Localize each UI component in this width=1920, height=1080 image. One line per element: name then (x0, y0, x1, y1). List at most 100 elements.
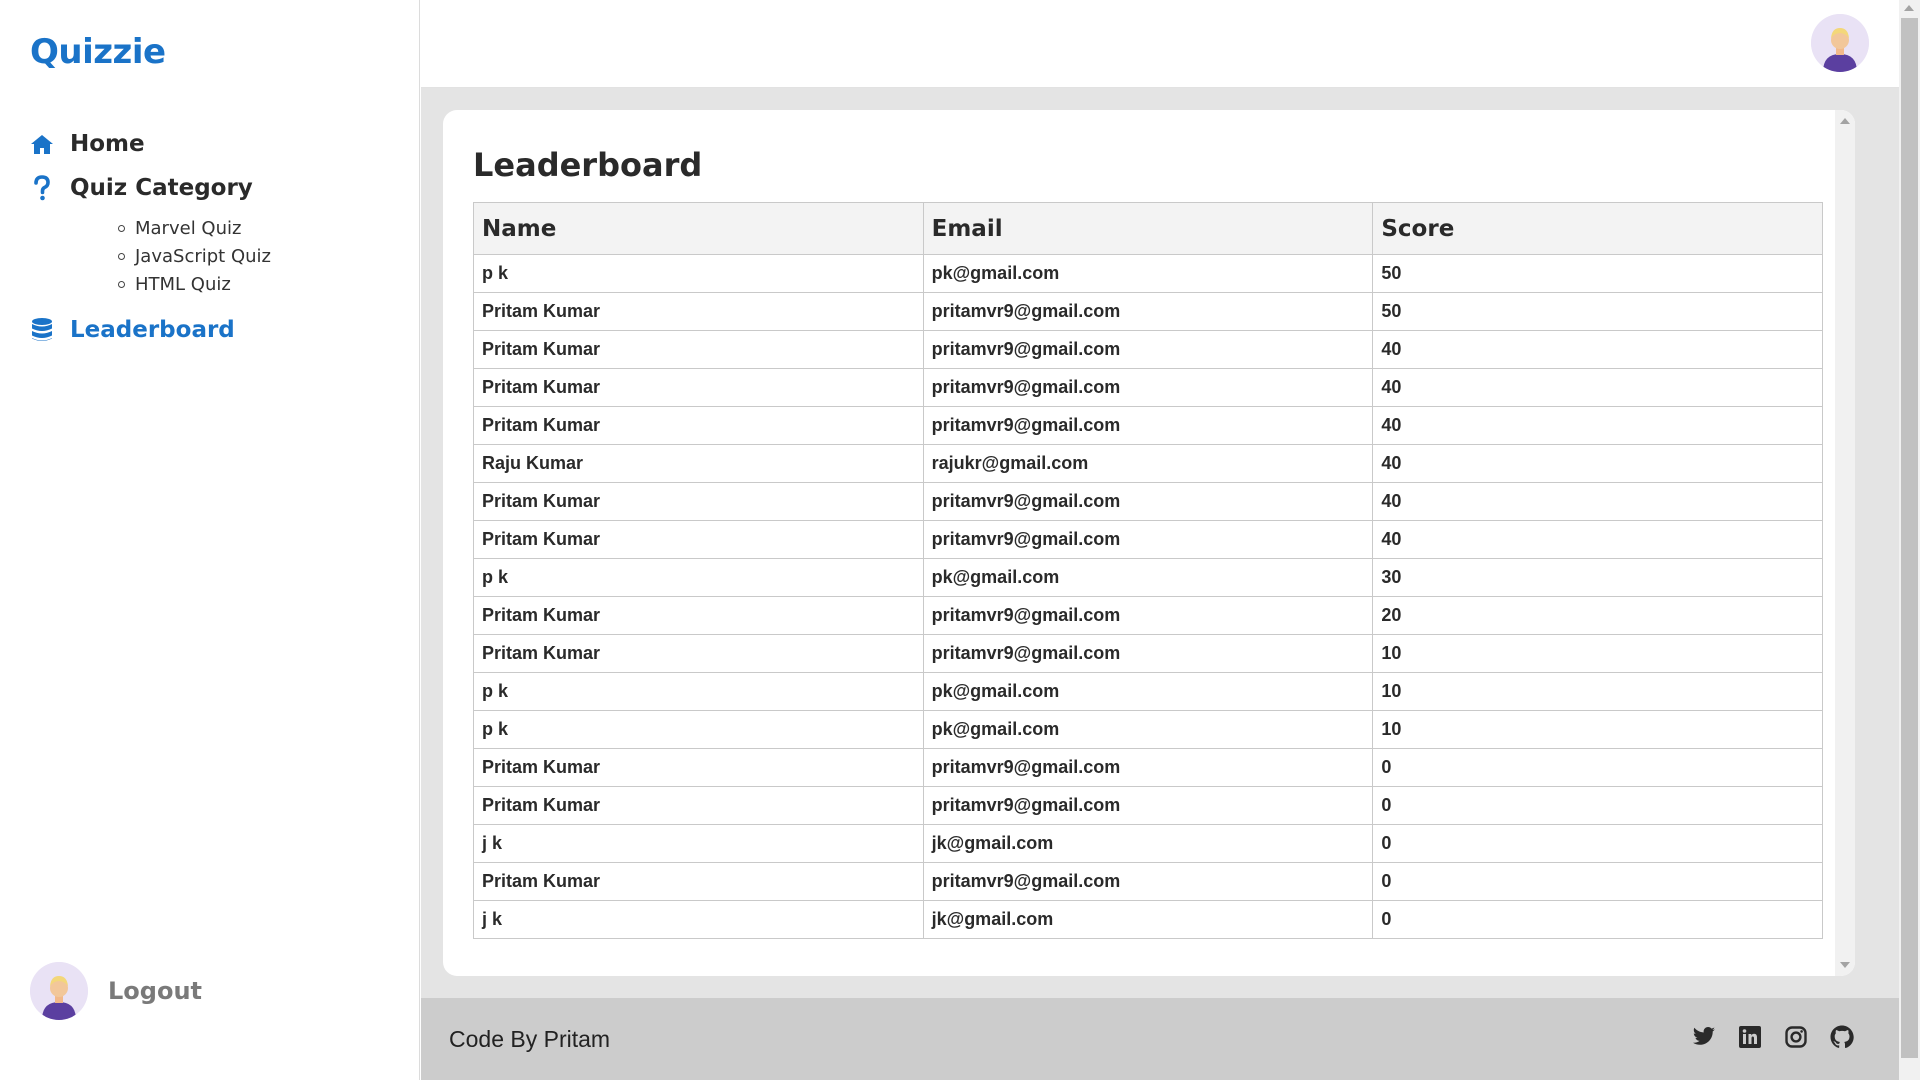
table-row: Pritam Kumar pritamvr9@gmail.com 0 (473, 786, 1823, 825)
cell-name: Pritam Kumar (473, 862, 924, 901)
cell-email: pritamvr9@gmail.com (922, 406, 1374, 445)
cell-name: Pritam Kumar (473, 406, 924, 445)
top-bar (421, 0, 1899, 88)
column-header-name: Name (473, 202, 924, 255)
cell-email: pk@gmail.com (922, 710, 1374, 749)
cell-score: 50 (1372, 254, 1823, 293)
scroll-up-icon[interactable] (1840, 118, 1850, 124)
cell-email: pritamvr9@gmail.com (922, 368, 1374, 407)
cell-name: j k (473, 824, 924, 863)
cell-email: pk@gmail.com (922, 558, 1374, 597)
card-scrollbar[interactable] (1835, 110, 1855, 976)
footer-credit: Code By Pritam (449, 1026, 611, 1052)
footer: Code By Pritam (421, 998, 1899, 1080)
column-header-score: Score (1372, 202, 1823, 255)
sidebar-item-label: Home (70, 131, 145, 157)
github-icon[interactable] (1829, 1024, 1855, 1050)
cell-email: pritamvr9@gmail.com (922, 596, 1374, 635)
cell-name: Pritam Kumar (473, 748, 924, 787)
cell-score: 40 (1372, 520, 1823, 559)
cell-email: jk@gmail.com (922, 824, 1374, 863)
table-row: j k jk@gmail.com 0 (473, 900, 1823, 939)
cell-score: 0 (1372, 824, 1823, 863)
cell-score: 50 (1372, 292, 1823, 331)
quiz-category-submenu: Marvel Quiz JavaScript Quiz HTML Quiz (86, 214, 271, 298)
cell-score: 0 (1372, 862, 1823, 901)
cell-score: 10 (1372, 710, 1823, 749)
home-icon (30, 132, 54, 156)
brand-logo[interactable]: Quizzie (30, 32, 166, 72)
bullet-icon (118, 280, 125, 288)
logout-label: Logout (108, 977, 203, 1005)
table-row: Pritam Kumar pritamvr9@gmail.com 50 (473, 292, 1823, 331)
cell-email: pritamvr9@gmail.com (922, 634, 1374, 673)
leaderboard-card: Leaderboard Name Email Score p k pk@gmail… (443, 110, 1855, 976)
scroll-down-icon[interactable] (1840, 962, 1850, 968)
cell-score: 10 (1372, 634, 1823, 673)
sidebar-item-quiz-category[interactable]: Quiz Category (30, 166, 271, 210)
cell-score: 40 (1372, 406, 1823, 445)
user-avatar[interactable] (1811, 14, 1869, 72)
cell-email: pritamvr9@gmail.com (922, 292, 1374, 331)
sidebar-item-label: Leaderboard (70, 317, 235, 343)
table-row: p k pk@gmail.com 50 (473, 254, 1823, 293)
table-row: Raju Kumar rajukr@gmail.com 40 (473, 444, 1823, 483)
logout-button[interactable]: Logout (30, 962, 202, 1020)
question-icon (30, 175, 54, 201)
instagram-icon[interactable] (1783, 1024, 1809, 1050)
table-row: p k pk@gmail.com 10 (473, 710, 1823, 749)
cell-score: 20 (1372, 596, 1823, 635)
submenu-item-marvel-quiz[interactable]: Marvel Quiz (86, 214, 271, 242)
cell-score: 30 (1372, 558, 1823, 597)
cell-name: Raju Kumar (473, 444, 924, 483)
page-title: Leaderboard (473, 146, 703, 184)
table-row: Pritam Kumar pritamvr9@gmail.com 40 (473, 482, 1823, 521)
submenu-item-label: JavaScript Quiz (135, 245, 271, 267)
sidebar-item-home[interactable]: Home (30, 122, 271, 166)
bullet-icon (118, 224, 125, 232)
table-row: p k pk@gmail.com 10 (473, 672, 1823, 711)
cell-score: 0 (1372, 748, 1823, 787)
cell-name: Pritam Kumar (473, 482, 924, 521)
table-row: Pritam Kumar pritamvr9@gmail.com 40 (473, 368, 1823, 407)
cell-email: rajukr@gmail.com (922, 444, 1374, 483)
submenu-item-label: HTML Quiz (135, 273, 231, 295)
twitter-icon[interactable] (1691, 1024, 1717, 1050)
cell-name: p k (473, 254, 924, 293)
table-row: Pritam Kumar pritamvr9@gmail.com 20 (473, 596, 1823, 635)
cell-name: p k (473, 558, 924, 597)
database-icon (30, 318, 54, 342)
table-body: p k pk@gmail.com 50 Pritam Kumar pritamvr9@… (473, 254, 1823, 939)
table-row: Pritam Kumar pritamvr9@gmail.com 40 (473, 520, 1823, 559)
cell-score: 0 (1372, 786, 1823, 825)
cell-score: 40 (1372, 482, 1823, 521)
cell-name: Pritam Kumar (473, 520, 924, 559)
cell-score: 40 (1372, 368, 1823, 407)
cell-name: Pritam Kumar (473, 596, 924, 635)
cell-email: pritamvr9@gmail.com (922, 748, 1374, 787)
table-row: Pritam Kumar pritamvr9@gmail.com 40 (473, 330, 1823, 369)
cell-email: pritamvr9@gmail.com (922, 482, 1374, 521)
table-row: p k pk@gmail.com 30 (473, 558, 1823, 597)
main-content: Leaderboard Name Email Score p k pk@gmail… (421, 88, 1899, 998)
submenu-item-javascript-quiz[interactable]: JavaScript Quiz (86, 242, 271, 270)
table-row: Pritam Kumar pritamvr9@gmail.com 40 (473, 406, 1823, 445)
cell-name: p k (473, 710, 924, 749)
linkedin-icon[interactable] (1737, 1024, 1763, 1050)
page-scrollbar[interactable] (1899, 0, 1920, 1080)
table-row: Pritam Kumar pritamvr9@gmail.com 10 (473, 634, 1823, 673)
cell-email: pk@gmail.com (922, 672, 1374, 711)
submenu-item-html-quiz[interactable]: HTML Quiz (86, 270, 271, 298)
cell-email: pritamvr9@gmail.com (922, 786, 1374, 825)
scrollbar-thumb[interactable] (1901, 18, 1918, 1058)
sidebar-item-leaderboard[interactable]: Leaderboard (30, 308, 271, 352)
column-header-email: Email (922, 202, 1374, 255)
cell-email: jk@gmail.com (922, 900, 1374, 939)
cell-name: Pritam Kumar (473, 292, 924, 331)
cell-score: 0 (1372, 900, 1823, 939)
cell-name: Pritam Kumar (473, 786, 924, 825)
cell-name: Pritam Kumar (473, 368, 924, 407)
cell-score: 40 (1372, 330, 1823, 369)
table-row: Pritam Kumar pritamvr9@gmail.com 0 (473, 862, 1823, 901)
scroll-up-icon[interactable] (1904, 5, 1914, 11)
